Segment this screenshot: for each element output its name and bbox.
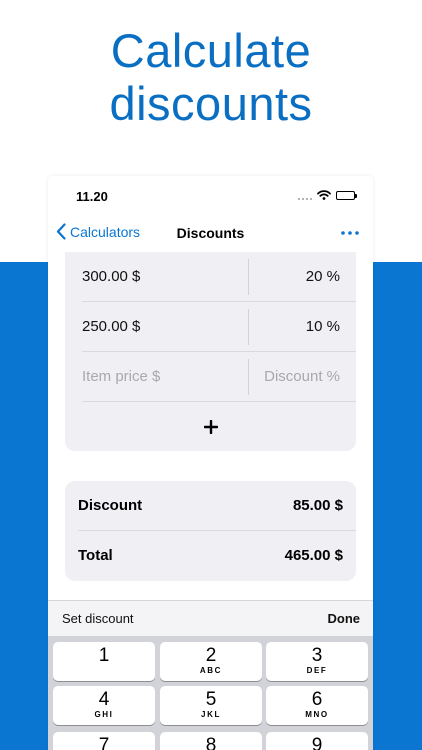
key-6[interactable]: 6 MNO xyxy=(266,686,368,725)
item-discount-input[interactable]: 20 % xyxy=(240,252,340,302)
new-item-row: Item price $ Discount % xyxy=(82,352,356,402)
new-item-price-input[interactable]: Item price $ xyxy=(82,352,248,402)
battery-icon xyxy=(336,190,357,200)
key-letters: ABC xyxy=(199,666,223,675)
new-item-discount-input[interactable]: Discount % xyxy=(240,352,340,402)
item-row: 250.00 $ 10 % xyxy=(82,302,356,352)
plus-icon xyxy=(203,419,218,434)
headline-line-2: discounts xyxy=(109,77,313,130)
item-row: 300.00 $ 20 % xyxy=(82,252,356,302)
key-digit: 5 xyxy=(205,689,217,710)
summary-row-total: Total 465.00 $ xyxy=(78,531,356,581)
summary-row-discount: Discount 85.00 $ xyxy=(78,481,356,531)
total-label: Total xyxy=(78,547,113,564)
key-digit: 3 xyxy=(311,645,323,666)
key-7[interactable]: 7 xyxy=(53,732,155,750)
chevron-left-icon xyxy=(56,223,66,240)
total-value: 465.00 $ xyxy=(284,547,343,564)
navigation-bar: Calculators Discounts xyxy=(48,216,373,252)
status-time: 11.20 xyxy=(76,189,108,204)
add-item-button[interactable] xyxy=(65,402,356,451)
summary-card: Discount 85.00 $ Total 465.00 $ xyxy=(65,481,356,581)
key-5[interactable]: 5 JKL xyxy=(160,686,262,725)
key-1[interactable]: 1 xyxy=(53,642,155,681)
key-digit: 9 xyxy=(311,735,323,750)
key-digit: 8 xyxy=(205,735,217,750)
key-letters: MNO xyxy=(305,710,329,719)
key-3[interactable]: 3 DEF xyxy=(266,642,368,681)
key-digit: 6 xyxy=(311,689,323,710)
item-discount-input[interactable]: 10 % xyxy=(240,302,340,352)
back-button-label: Calculators xyxy=(70,223,141,240)
key-letters: JKL xyxy=(201,710,221,719)
status-bar: 11.20 xyxy=(48,176,373,216)
key-digit: 4 xyxy=(98,689,110,710)
done-button[interactable]: Done xyxy=(328,611,361,626)
back-button[interactable]: Calculators xyxy=(56,223,140,240)
discount-label: Discount xyxy=(78,497,143,514)
key-digit: 7 xyxy=(98,735,110,750)
more-button[interactable] xyxy=(339,221,361,245)
key-9[interactable]: 9 xyxy=(266,732,368,750)
wifi-icon xyxy=(317,190,331,200)
keyboard-toolbar: Set discount Done xyxy=(48,600,373,636)
key-digit: 1 xyxy=(98,645,110,666)
discount-value: 85.00 $ xyxy=(292,497,343,514)
item-price-input[interactable]: 250.00 $ xyxy=(82,302,248,352)
key-letters: GHI xyxy=(94,710,114,719)
headline: Calculate discounts xyxy=(0,24,422,130)
phone-screen: 11.20 Calculators Discounts 300.00 $ 20 … xyxy=(48,176,373,750)
signal-dots-icon xyxy=(298,190,312,200)
key-8[interactable]: 8 xyxy=(160,732,262,750)
content-area: 300.00 $ 20 % 250.00 $ 10 % Item price $… xyxy=(48,252,373,600)
status-icons xyxy=(298,190,357,200)
key-letters: DEF xyxy=(306,666,328,675)
toolbar-label: Set discount xyxy=(62,611,134,626)
items-card: 300.00 $ 20 % 250.00 $ 10 % Item price $… xyxy=(65,252,356,451)
key-2[interactable]: 2 ABC xyxy=(160,642,262,681)
numeric-keypad: 1 2 ABC 3 DEF 4 GHI 5 JKL 6 MNO 7 8 9 xyxy=(48,636,373,750)
headline-line-1: Calculate xyxy=(110,24,312,77)
ellipsis-icon xyxy=(341,231,359,235)
key-digit: 2 xyxy=(205,645,217,666)
key-4[interactable]: 4 GHI xyxy=(53,686,155,725)
item-price-input[interactable]: 300.00 $ xyxy=(82,252,248,302)
